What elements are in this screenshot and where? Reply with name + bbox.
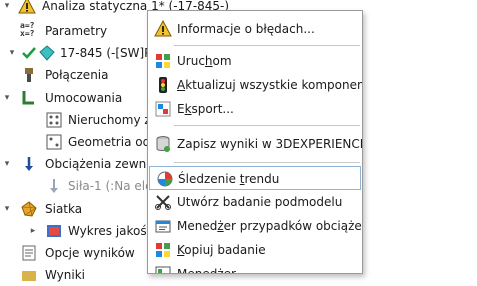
collapse-arrow-icon[interactable]: ▾ (2, 153, 12, 175)
menu-item-label: Menedżer... (177, 267, 247, 274)
menu-item-save-3dexperience[interactable]: Zapisz wyniki w 3DEXPERIENCE (148, 132, 362, 156)
menu-item-label: sport... (191, 102, 234, 116)
collapse-arrow-icon[interactable]: ▾ (2, 198, 12, 220)
menu-item-label: opiuj badanie (184, 243, 266, 257)
menu-item-update-components[interactable]: Aktualizuj wszystkie komponenty (148, 73, 362, 97)
export-icon (155, 101, 171, 117)
fixture-icon (22, 91, 34, 105)
menu-item-create-submodel[interactable]: Utwórz badanie podmodelu (148, 190, 362, 214)
menu-item-label: Mened (177, 219, 218, 233)
mesh-icon (21, 201, 37, 217)
menu-item-load-case-manager[interactable]: Menedżer przypadków obciążenia (148, 214, 362, 238)
collapse-arrow-icon[interactable]: ▾ (2, 87, 12, 109)
menu-item-mnemonic: h (204, 54, 213, 68)
result-options-icon (22, 245, 36, 261)
menu-item-label: rendu (244, 172, 280, 186)
expand-arrow-icon[interactable]: ▸ (28, 220, 38, 242)
menu-item-trend-tracking[interactable]: Śledzenie trendu (149, 166, 361, 190)
traffic-light-icon (159, 77, 167, 93)
connections-icon (25, 68, 33, 82)
menu-item-label: Zapisz wyniki w 3DEXPERIENCE (177, 137, 363, 151)
collapse-arrow-icon[interactable]: ▾ (7, 42, 17, 64)
copy-study-icon (156, 243, 170, 257)
check-icon (22, 47, 36, 59)
results-folder-icon (22, 271, 36, 281)
manager-icon (155, 266, 171, 273)
fixed-geometry-icon (46, 112, 62, 128)
menu-separator (174, 162, 360, 163)
menu-item-copy-study[interactable]: Kopiuj badanie (148, 238, 362, 262)
menu-item-export[interactable]: Eksport... (148, 97, 362, 121)
run-icon (156, 54, 170, 68)
warning-icon (154, 20, 172, 37)
force-icon (50, 179, 58, 193)
quality-plot-icon (47, 225, 61, 237)
load-case-icon (155, 220, 171, 233)
parameters-icon: a=? x=? (20, 21, 35, 38)
menu-item-label: Informacje o błędach... (177, 22, 315, 36)
menu-item-error-info[interactable]: Informacje o błędach... (148, 17, 362, 41)
menu-item-manager[interactable]: Menedżer... (148, 262, 362, 274)
menu-item-label: E (177, 102, 185, 116)
submodel-icon (155, 195, 171, 210)
menu-item-label: Śledzenie (178, 172, 240, 186)
menu-item-label: er przypadków obciążenia (223, 219, 362, 233)
context-menu: Informacje o błędach... Uruchom Aktualiz… (147, 10, 363, 274)
external-loads-icon (25, 157, 33, 171)
warning-icon (18, 0, 36, 14)
reference-geometry-icon (46, 134, 62, 150)
part-icon (39, 45, 55, 61)
menu-item-label: ktualizuj wszystkie komponenty (185, 78, 363, 92)
menu-item-mnemonic: k (184, 102, 192, 116)
database-icon (156, 136, 170, 152)
menu-item-run[interactable]: Uruchom (148, 49, 362, 73)
trend-icon (157, 171, 173, 187)
menu-item-label: Utwórz badanie podmodelu (177, 195, 343, 209)
menu-item-label: Uruc (177, 54, 205, 68)
collapse-arrow-icon[interactable]: ▾ (2, 0, 12, 17)
menu-separator (174, 125, 360, 126)
menu-item-label: om (212, 54, 232, 68)
menu-separator (174, 45, 360, 46)
menu-item-mnemonic: A (177, 78, 186, 92)
